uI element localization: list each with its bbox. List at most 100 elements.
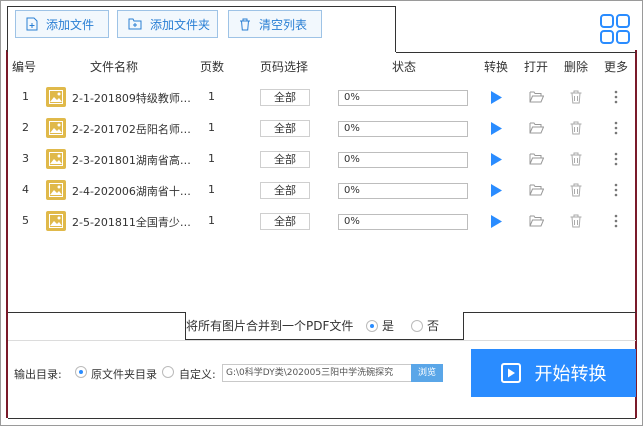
image-file-icon bbox=[46, 211, 66, 231]
delete-icon[interactable] bbox=[570, 183, 582, 197]
folder-open-icon[interactable] bbox=[529, 91, 544, 103]
merge-yes-label[interactable]: 是 bbox=[382, 317, 394, 334]
header-name: 文件名称 bbox=[90, 60, 139, 74]
play-icon[interactable] bbox=[490, 215, 502, 228]
progress-text: 0% bbox=[344, 92, 360, 103]
row-index: 2 bbox=[22, 121, 29, 134]
delete-icon[interactable] bbox=[570, 121, 582, 135]
merge-option-box: 将所有图片合并到一个PDF文件 是 否 bbox=[185, 312, 464, 340]
folder-open-icon[interactable] bbox=[529, 184, 544, 196]
output-dir-label: 输出目录: bbox=[14, 368, 62, 381]
more-icon[interactable] bbox=[614, 90, 618, 104]
row-index: 4 bbox=[22, 183, 29, 196]
browse-button[interactable]: 浏览 bbox=[411, 364, 443, 382]
row-file-name: 2-2-201702岳阳名师… bbox=[72, 123, 191, 136]
row-pages: 1 bbox=[208, 152, 215, 165]
image-file-icon bbox=[46, 149, 66, 169]
table-row[interactable]: 1 2-1-201809特级教师… 1 全部 0% bbox=[8, 84, 636, 110]
table-row[interactable]: 5 2-5-201811全国青少… 1 全部 0% bbox=[8, 208, 636, 234]
header-more: 更多 bbox=[604, 60, 629, 74]
progress-bar: 0% bbox=[338, 90, 468, 106]
trash-icon bbox=[240, 18, 250, 30]
grid-view-icon[interactable] bbox=[600, 14, 630, 44]
bottom-divider-right bbox=[464, 312, 636, 313]
row-pages: 1 bbox=[208, 214, 215, 227]
original-dir-label[interactable]: 原文件夹目录 bbox=[91, 366, 157, 382]
row-file-name: 2-3-201801湖南省高… bbox=[72, 154, 191, 167]
progress-text: 0% bbox=[344, 216, 360, 227]
progress-bar: 0% bbox=[338, 214, 468, 230]
more-icon[interactable] bbox=[614, 214, 618, 228]
row-index: 5 bbox=[22, 214, 29, 227]
play-icon[interactable] bbox=[490, 153, 502, 166]
add-file-label: 添加文件 bbox=[46, 17, 95, 32]
start-convert-button[interactable]: 开始转换 bbox=[471, 349, 636, 397]
add-file-button[interactable]: 添加文件 bbox=[15, 10, 109, 38]
row-index: 3 bbox=[22, 152, 29, 165]
progress-text: 0% bbox=[344, 154, 360, 165]
row-index: 1 bbox=[22, 90, 29, 103]
row-pages: 1 bbox=[208, 90, 215, 103]
clear-list-label: 清空列表 bbox=[259, 17, 308, 32]
more-icon[interactable] bbox=[614, 152, 618, 166]
add-folder-button[interactable]: 添加文件夹 bbox=[117, 10, 218, 38]
folder-open-icon[interactable] bbox=[529, 122, 544, 134]
more-icon[interactable] bbox=[614, 121, 618, 135]
progress-bar: 0% bbox=[338, 183, 468, 199]
delete-icon[interactable] bbox=[570, 214, 582, 228]
header-convert: 转换 bbox=[484, 60, 509, 74]
row-pages: 1 bbox=[208, 121, 215, 134]
progress-bar: 0% bbox=[338, 152, 468, 168]
table-row[interactable]: 3 2-3-201801湖南省高… 1 全部 0% bbox=[8, 146, 636, 172]
play-icon[interactable] bbox=[490, 91, 502, 104]
add-folder-label: 添加文件夹 bbox=[150, 17, 211, 32]
image-file-icon bbox=[46, 87, 66, 107]
folder-open-icon[interactable] bbox=[529, 153, 544, 165]
image-file-icon bbox=[46, 180, 66, 200]
original-dir-radio[interactable] bbox=[75, 366, 87, 378]
footer-line bbox=[8, 418, 636, 419]
custom-dir-label[interactable]: 自定义: bbox=[179, 366, 216, 382]
table-row[interactable]: 4 2-4-202006湖南省十… 1 全部 0% bbox=[8, 177, 636, 203]
header-status: 状态 bbox=[392, 60, 417, 74]
header-index: 编号 bbox=[12, 60, 37, 74]
merge-yes-radio[interactable] bbox=[366, 320, 378, 332]
page-select-dropdown[interactable]: 全部 bbox=[260, 120, 310, 137]
play-box-icon bbox=[500, 363, 521, 383]
merge-no-radio[interactable] bbox=[411, 320, 423, 332]
output-path-input[interactable]: G:\0科学DY类\202005三阳中学洗碗探究 bbox=[222, 364, 412, 382]
merge-no-label[interactable]: 否 bbox=[427, 317, 439, 334]
progress-text: 0% bbox=[344, 123, 360, 134]
play-icon[interactable] bbox=[490, 122, 502, 135]
bottom-divider bbox=[8, 312, 185, 313]
bottom-separator bbox=[8, 340, 636, 341]
page-select-dropdown[interactable]: 全部 bbox=[260, 182, 310, 199]
top-divider bbox=[396, 52, 636, 53]
add-folder-icon bbox=[128, 18, 142, 30]
merge-label: 将所有图片合并到一个PDF文件 bbox=[186, 319, 354, 333]
page-select-dropdown[interactable]: 全部 bbox=[260, 213, 310, 230]
row-file-name: 2-4-202006湖南省十… bbox=[72, 185, 191, 198]
custom-dir-radio[interactable] bbox=[162, 366, 174, 378]
folder-open-icon[interactable] bbox=[529, 215, 544, 227]
header-pages: 页数 bbox=[200, 60, 225, 74]
progress-text: 0% bbox=[344, 185, 360, 196]
header-open: 打开 bbox=[524, 60, 549, 74]
play-icon[interactable] bbox=[490, 184, 502, 197]
header-delete: 删除 bbox=[564, 60, 589, 74]
row-pages: 1 bbox=[208, 183, 215, 196]
delete-icon[interactable] bbox=[570, 90, 582, 104]
table-header: 编号 文件名称 页数 页码选择 状态 转换 打开 删除 更多 bbox=[8, 58, 636, 78]
header-page-select: 页码选择 bbox=[260, 60, 309, 74]
delete-icon[interactable] bbox=[570, 152, 582, 166]
start-convert-label: 开始转换 bbox=[534, 364, 607, 385]
clear-list-button[interactable]: 清空列表 bbox=[228, 10, 322, 38]
table-row[interactable]: 2 2-2-201702岳阳名师… 1 全部 0% bbox=[8, 115, 636, 141]
more-icon[interactable] bbox=[614, 183, 618, 197]
progress-bar: 0% bbox=[338, 121, 468, 137]
page-select-dropdown[interactable]: 全部 bbox=[260, 151, 310, 168]
page-select-dropdown[interactable]: 全部 bbox=[260, 89, 310, 106]
row-file-name: 2-1-201809特级教师… bbox=[72, 92, 191, 105]
row-file-name: 2-5-201811全国青少… bbox=[72, 216, 191, 229]
add-file-icon bbox=[26, 17, 38, 31]
